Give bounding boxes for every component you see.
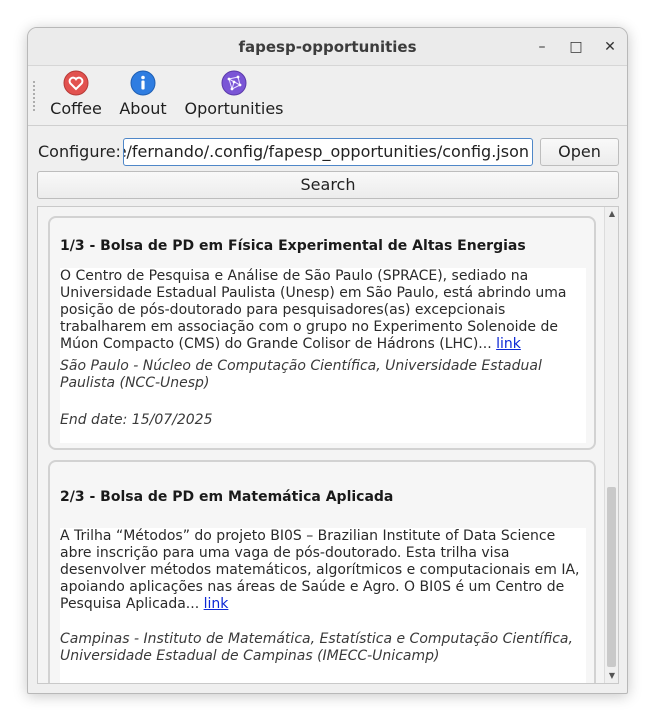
app-window: fapesp-opportunities – □ ✕ Coffee About	[27, 27, 628, 694]
opportunity-end-date: End date: 15/07/2025	[60, 412, 213, 428]
opportunity-description: O Centro de Pesquisa e Análise de São Pa…	[60, 268, 567, 352]
vertical-scrollbar[interactable]: ▲ ▼	[604, 207, 618, 683]
oportunities-label: Oportunities	[184, 99, 284, 118]
opportunity-link[interactable]: link	[496, 336, 521, 352]
maximize-button[interactable]: □	[565, 36, 587, 58]
config-path-value: e/fernando/.config/fapesp_opportunities/…	[123, 142, 529, 161]
opportunity-location: São Paulo - Núcleo de Computação Científ…	[60, 358, 542, 391]
open-button[interactable]: Open	[540, 138, 619, 166]
about-label: About	[119, 99, 167, 118]
minimize-button[interactable]: –	[531, 36, 553, 58]
oportunities-button[interactable]: Oportunities	[183, 70, 285, 118]
opportunity-description: A Trilha “Métodos” do projeto BI0S – Bra…	[60, 528, 580, 612]
toolbar: Coffee About Oportunities	[28, 66, 627, 126]
opportunity-title: 2/3 - Bolsa de PD em Matemática Aplicada	[60, 489, 394, 505]
opportunities-list[interactable]: 1/3 - Bolsa de PD em Física Experimental…	[37, 206, 619, 684]
opportunity-card: 2/3 - Bolsa de PD em Matemática Aplicada…	[48, 460, 596, 683]
coffee-label: Coffee	[50, 99, 102, 118]
close-button[interactable]: ✕	[599, 36, 621, 58]
heart-icon	[63, 70, 89, 96]
title-bar[interactable]: fapesp-opportunities – □ ✕	[28, 28, 627, 66]
about-button[interactable]: About	[117, 70, 169, 118]
opportunity-body: O Centro de Pesquisa e Análise de São Pa…	[60, 268, 586, 443]
network-icon	[221, 70, 247, 96]
config-path-input[interactable]: e/fernando/.config/fapesp_opportunities/…	[123, 138, 533, 166]
toolbar-grip-handle[interactable]	[32, 80, 36, 112]
scroll-down-arrow[interactable]: ▼	[605, 669, 618, 683]
opportunity-link[interactable]: link	[204, 596, 229, 612]
opportunity-location: Campinas - Instituto de Matemática, Esta…	[60, 631, 573, 664]
configure-label: Configure:	[38, 142, 121, 161]
opportunity-card: 1/3 - Bolsa de PD em Física Experimental…	[48, 216, 596, 450]
search-button[interactable]: Search	[37, 171, 619, 199]
scrollbar-thumb[interactable]	[607, 487, 616, 667]
info-icon	[130, 70, 156, 96]
opportunity-body: A Trilha “Métodos” do projeto BI0S – Bra…	[60, 528, 586, 683]
opportunity-title: 1/3 - Bolsa de PD em Física Experimental…	[60, 238, 526, 254]
coffee-button[interactable]: Coffee	[48, 70, 104, 118]
scroll-up-arrow[interactable]: ▲	[605, 207, 618, 221]
